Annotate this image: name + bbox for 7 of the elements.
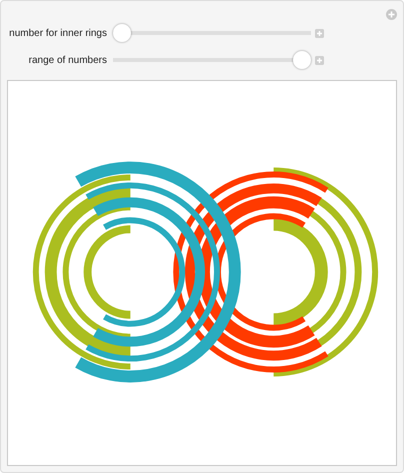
slider-label: number for inner rings (8, 28, 108, 39)
slider-label: range of numbers (28, 54, 108, 66)
plus-icon[interactable] (315, 28, 324, 38)
slider-thumb[interactable] (113, 24, 131, 42)
plus-icon[interactable] (315, 56, 324, 65)
slider-thumb[interactable] (293, 51, 311, 70)
plus-icon[interactable] (386, 9, 397, 20)
